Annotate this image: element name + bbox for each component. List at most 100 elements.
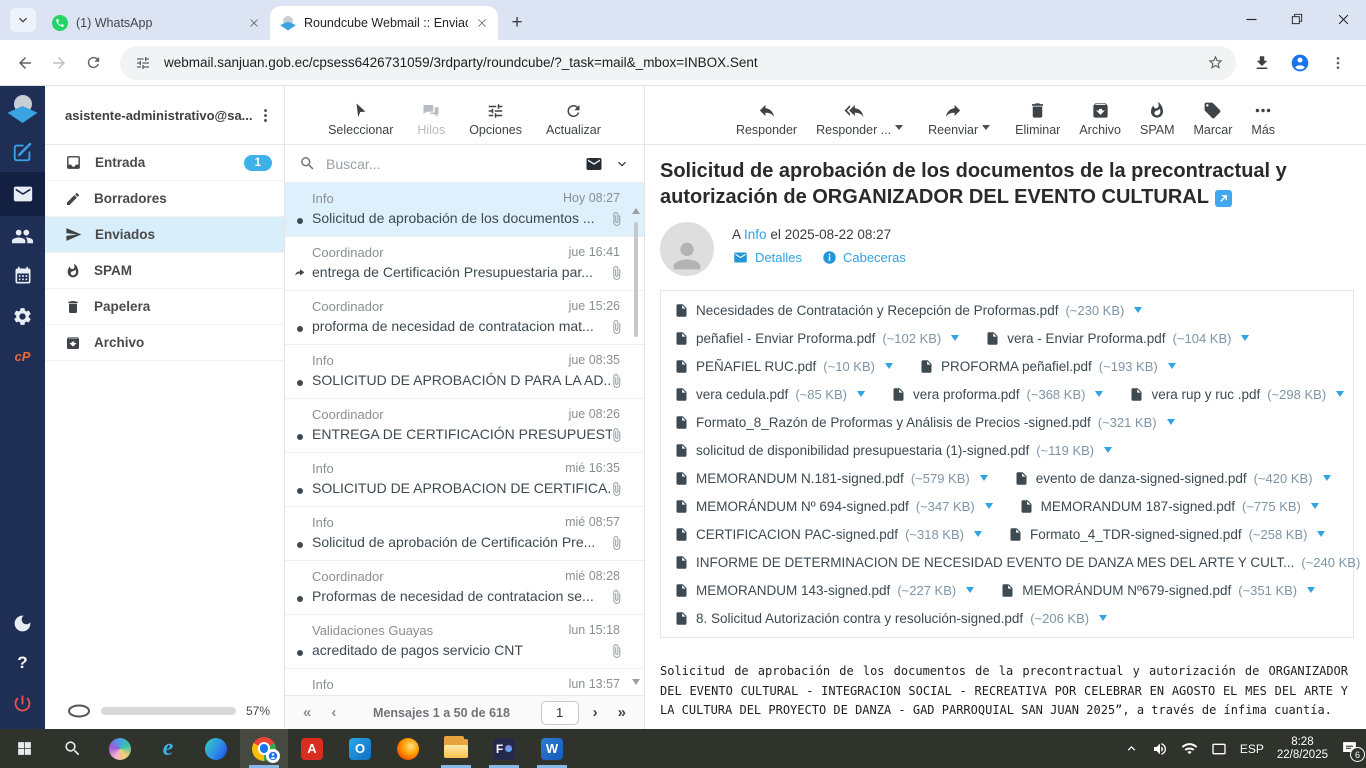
chrome-icon[interactable] xyxy=(240,729,288,768)
tab-close-icon[interactable] xyxy=(248,17,260,29)
page-number-input[interactable] xyxy=(541,701,579,725)
spam-button[interactable]: SPAM xyxy=(1140,101,1175,137)
message-row[interactable]: Infomié 16:35 SOLICITUD DE APROBACION DE… xyxy=(285,453,644,507)
attachment-menu-caret-icon[interactable] xyxy=(1336,391,1344,397)
attachment-menu-caret-icon[interactable] xyxy=(980,475,988,481)
language-indicator[interactable]: ESP xyxy=(1240,742,1264,756)
message-row[interactable]: Validaciones Guayaslun 15:18 acreditado … xyxy=(285,615,644,669)
attachment-item[interactable]: MEMORANDUM N.181-signed.pdf(~579 KB) xyxy=(674,470,988,487)
attachment-item[interactable]: CERTIFICACION PAC-signed.pdf(~318 KB) xyxy=(674,526,982,543)
attachment-item[interactable]: Necesidades de Contratación y Recepción … xyxy=(674,302,1142,319)
scrollbar-thumb[interactable] xyxy=(634,222,638,337)
options-button[interactable]: Opciones xyxy=(469,102,522,137)
reply-button[interactable]: Responder xyxy=(736,101,797,137)
attachment-item[interactable]: vera - Enviar Proforma.pdf(~104 KB) xyxy=(985,330,1249,347)
forward-icon[interactable] xyxy=(42,46,76,80)
attachment-item[interactable]: peñafiel - Enviar Proforma.pdf(~102 KB) xyxy=(674,330,959,347)
browser-menu-icon[interactable] xyxy=(1322,46,1354,80)
dark-mode-moon-icon[interactable] xyxy=(0,603,45,643)
scroll-down-icon[interactable] xyxy=(632,679,640,685)
next-page-button[interactable]: › xyxy=(587,704,604,721)
attachment-menu-caret-icon[interactable] xyxy=(1095,391,1103,397)
message-row[interactable]: Coordinadorjue 15:26 proforma de necesid… xyxy=(285,291,644,345)
folder-papelera[interactable]: Papelera xyxy=(45,289,284,325)
word-icon[interactable]: W xyxy=(528,729,576,768)
attachment-item[interactable]: MEMORANDUM 187-signed.pdf(~775 KB) xyxy=(1019,498,1319,515)
attachment-item[interactable]: MEMORANDUM 143-signed.pdf(~227 KB) xyxy=(674,582,974,599)
firefox-icon[interactable] xyxy=(384,729,432,768)
settings-gear-icon[interactable] xyxy=(0,296,45,336)
start-button[interactable] xyxy=(0,729,48,768)
attachment-item[interactable]: PROFORMA peñafiel.pdf(~193 KB) xyxy=(919,358,1176,375)
attachment-menu-caret-icon[interactable] xyxy=(1241,335,1249,341)
attachment-item[interactable]: PEÑAFIEL RUC.pdf(~10 KB) xyxy=(674,358,893,375)
message-row[interactable]: Infomié 08:57 Solicitud de aprobación de… xyxy=(285,507,644,561)
address-bar[interactable]: webmail.sanjuan.gob.ec/cpsess6426731059/… xyxy=(120,46,1236,80)
folder-entrada[interactable]: Entrada 1 xyxy=(45,145,284,181)
attachment-menu-caret-icon[interactable] xyxy=(1317,531,1325,537)
dropdown-caret-icon[interactable] xyxy=(982,125,990,130)
outlook-icon[interactable]: O xyxy=(336,729,384,768)
attachment-menu-caret-icon[interactable] xyxy=(1311,503,1319,509)
minimize-button[interactable] xyxy=(1228,0,1274,38)
attachment-menu-caret-icon[interactable] xyxy=(1099,615,1107,621)
scroll-up-icon[interactable] xyxy=(632,208,640,214)
message-row[interactable]: Coordinadormié 08:28 Proformas de necesi… xyxy=(285,561,644,615)
attachment-menu-caret-icon[interactable] xyxy=(1168,363,1176,369)
folder-spam[interactable]: SPAM xyxy=(45,253,284,289)
refresh-button[interactable]: Actualizar xyxy=(546,102,601,137)
tab-search-chevron-icon[interactable] xyxy=(10,8,36,32)
list-scrollbar[interactable] xyxy=(631,198,641,689)
mail-icon[interactable] xyxy=(0,172,45,216)
open-in-new-window-icon[interactable] xyxy=(1215,190,1232,207)
notification-center-icon[interactable]: 6 xyxy=(1341,740,1358,757)
wifi-icon[interactable] xyxy=(1181,740,1198,757)
account-menu-icon[interactable] xyxy=(257,107,274,124)
threads-button[interactable]: Hilos xyxy=(417,102,445,137)
attachment-item[interactable]: vera rup y ruc .pdf(~298 KB) xyxy=(1129,386,1344,403)
message-row[interactable]: Coordinadorjue 16:41 entrega de Certific… xyxy=(285,237,644,291)
attachment-menu-caret-icon[interactable] xyxy=(974,531,982,537)
dropdown-caret-icon[interactable] xyxy=(895,125,903,130)
internet-explorer-icon[interactable]: e xyxy=(144,729,192,768)
message-row[interactable]: Infojue 08:35 SOLICITUD DE APROBACIÓN D … xyxy=(285,345,644,399)
attachment-item[interactable]: solicitud de disponibilidad presupuestar… xyxy=(674,442,1112,459)
new-tab-button[interactable]: + xyxy=(504,10,530,36)
attachment-menu-caret-icon[interactable] xyxy=(966,587,974,593)
tab-roundcube[interactable]: Roundcube Webmail :: Enviados xyxy=(270,6,498,40)
close-button[interactable] xyxy=(1320,0,1366,38)
bookmark-star-icon[interactable] xyxy=(1207,54,1224,71)
headers-toggle[interactable]: Cabeceras xyxy=(822,250,906,265)
attachment-item[interactable]: 8. Solicitud Autorización contra y resol… xyxy=(674,610,1107,627)
attachment-item[interactable]: MEMORÁNDUM Nº679-signed.pdf(~351 KB) xyxy=(1000,582,1315,599)
attachment-menu-caret-icon[interactable] xyxy=(1134,307,1142,313)
edge-icon[interactable] xyxy=(192,729,240,768)
attachment-menu-caret-icon[interactable] xyxy=(1307,587,1315,593)
attachment-item[interactable]: Formato_4_TDR-signed-signed.pdf(~258 KB) xyxy=(1008,526,1326,543)
folder-enviados[interactable]: Enviados xyxy=(45,217,284,253)
clock[interactable]: 8:28 22/8/2025 xyxy=(1277,736,1328,762)
message-row[interactable]: InfoHoy 08:27 Solicitud de aprobación de… xyxy=(285,183,644,237)
tray-chevron-up-icon[interactable] xyxy=(1124,741,1139,756)
attachment-menu-caret-icon[interactable] xyxy=(1104,447,1112,453)
cpanel-icon[interactable]: cP xyxy=(0,336,45,376)
help-icon[interactable]: ? xyxy=(0,643,45,683)
site-info-icon[interactable] xyxy=(132,52,154,74)
search-scope-envelope-icon[interactable] xyxy=(584,155,604,173)
acrobat-icon[interactable]: A xyxy=(288,729,336,768)
attachment-menu-caret-icon[interactable] xyxy=(951,335,959,341)
downloads-icon[interactable] xyxy=(1246,46,1278,80)
last-page-button[interactable]: » xyxy=(612,704,632,721)
url-text[interactable]: webmail.sanjuan.gob.ec/cpsess6426731059/… xyxy=(164,55,1197,70)
details-toggle[interactable]: Detalles xyxy=(732,250,802,265)
prev-page-button[interactable]: ‹ xyxy=(325,704,342,721)
attachment-item[interactable]: evento de danza-signed-signed.pdf(~420 K… xyxy=(1014,470,1331,487)
search-options-chevron-icon[interactable] xyxy=(614,156,630,172)
message-row[interactable]: Coordinadorjue 08:26 ENTREGA DE CERTIFIC… xyxy=(285,399,644,453)
taskbar-search-icon[interactable] xyxy=(48,729,96,768)
copilot-icon[interactable] xyxy=(96,729,144,768)
contacts-icon[interactable] xyxy=(0,216,45,256)
logout-power-icon[interactable] xyxy=(0,683,45,723)
display-cast-icon[interactable] xyxy=(1211,741,1227,757)
more-button[interactable]: Más xyxy=(1251,101,1275,137)
